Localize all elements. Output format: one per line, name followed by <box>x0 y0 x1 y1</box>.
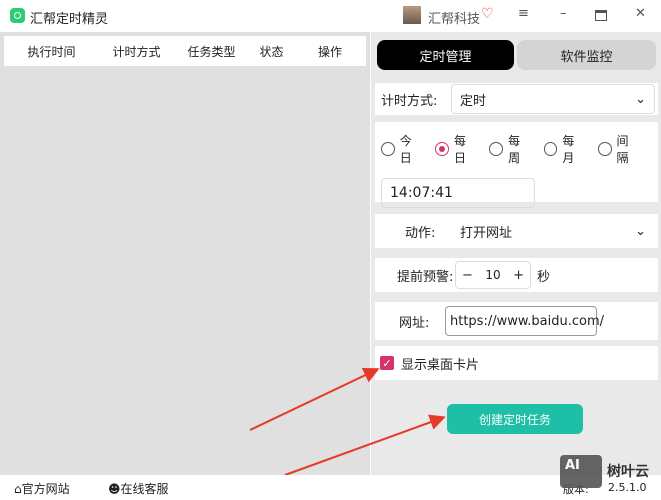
home-icon: ⌂ <box>14 482 22 496</box>
arrow-to-button <box>284 414 446 476</box>
version-number: 2.5.1.0 <box>608 481 647 494</box>
arrow-to-checkbox <box>249 367 380 431</box>
annotation-arrows <box>249 367 446 476</box>
support-icon: ☻ <box>108 482 121 496</box>
watermark-logo: AI <box>560 455 602 488</box>
support-link[interactable]: ☻在线客服 <box>108 480 169 497</box>
watermark-text: 树叶云 <box>607 464 649 480</box>
website-link[interactable]: ⌂官方网站 <box>14 480 70 497</box>
